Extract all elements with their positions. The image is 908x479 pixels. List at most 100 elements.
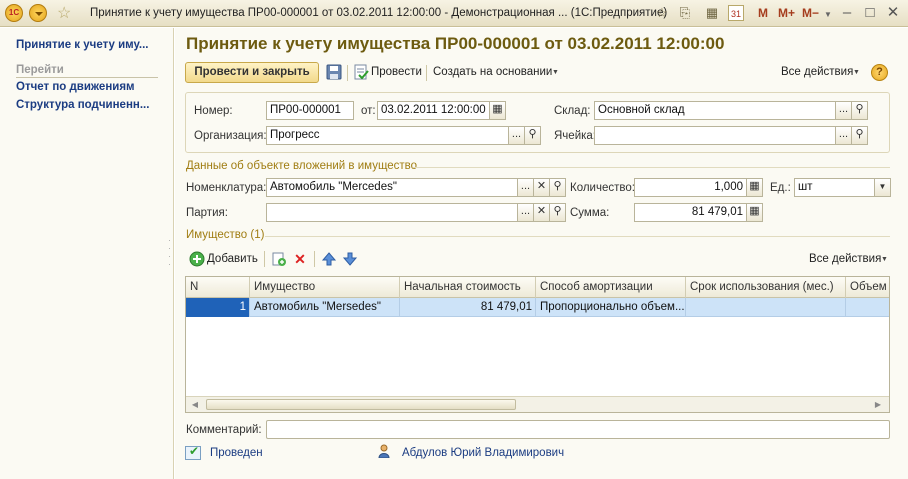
table-all-actions-button[interactable]: Все действия bbox=[809, 253, 881, 265]
delete-icon[interactable]: ✕ bbox=[292, 251, 308, 267]
date-field[interactable]: 03.02.2011 12:00:00 bbox=[377, 101, 490, 120]
add-icon[interactable] bbox=[189, 251, 205, 267]
usage-term-cell[interactable] bbox=[686, 298, 846, 317]
sum-field[interactable]: 81 479,01 bbox=[634, 203, 747, 222]
posted-status-text: Проведен bbox=[210, 447, 263, 459]
column-header[interactable]: Срок использования (мес.) bbox=[686, 277, 846, 298]
column-header[interactable]: Способ амортизации bbox=[536, 277, 686, 298]
table-header: N Имущество Начальная стоимость Способ а… bbox=[186, 277, 889, 298]
divider bbox=[413, 167, 890, 168]
table-row[interactable]: 1 Автомобиль "Mersedes" 81 479,01 Пропор… bbox=[186, 298, 889, 317]
select-ellipsis-button[interactable]: ... bbox=[835, 101, 852, 120]
property-table[interactable]: N Имущество Начальная стоимость Способ а… bbox=[185, 276, 890, 413]
window-title: Принятие к учету имущества ПР00-000001 о… bbox=[90, 7, 668, 19]
clear-icon[interactable]: ✕ bbox=[533, 178, 550, 197]
all-actions-button[interactable]: Все действия bbox=[781, 66, 853, 78]
memory-add-button[interactable]: M+ bbox=[778, 6, 795, 20]
favorite-star-icon[interactable]: ☆ bbox=[57, 3, 71, 23]
batch-field[interactable] bbox=[266, 203, 518, 222]
volume-cell[interactable] bbox=[846, 298, 889, 317]
unit-field[interactable]: шт bbox=[794, 178, 875, 197]
scroll-right-icon[interactable]: ▶ bbox=[872, 399, 884, 410]
help-button[interactable]: ? bbox=[871, 64, 888, 81]
divider bbox=[265, 236, 890, 237]
add-favorite-icon[interactable]: ☆ bbox=[654, 5, 670, 21]
calculator-icon[interactable]: ▦ bbox=[746, 203, 763, 222]
calendar-picker-icon[interactable]: ▦ bbox=[489, 101, 506, 120]
batch-label: Партия: bbox=[186, 207, 228, 219]
chevron-down-icon[interactable]: ▼ bbox=[874, 178, 891, 197]
chevron-down-icon[interactable]: ▼ bbox=[552, 69, 559, 76]
cell-field[interactable] bbox=[594, 126, 836, 145]
author-name[interactable]: Абдулов Юрий Владимирович bbox=[402, 447, 564, 459]
toolbar-separator bbox=[347, 65, 348, 81]
nav-item-movements-report[interactable]: Отчет по движениям bbox=[16, 81, 168, 93]
calendar-icon[interactable]: 31 bbox=[728, 5, 744, 21]
move-up-icon[interactable] bbox=[321, 251, 337, 267]
navigation-panel: Принятие к учету иму... Перейти Отчет по… bbox=[0, 28, 174, 479]
select-ellipsis-button[interactable]: ... bbox=[835, 126, 852, 145]
comment-label: Комментарий: bbox=[186, 424, 262, 436]
chevron-down-icon[interactable]: ▼ bbox=[824, 10, 832, 19]
open-search-icon[interactable]: ⚲ bbox=[524, 126, 541, 145]
create-based-on-button[interactable]: Создать на основании bbox=[433, 66, 552, 78]
open-search-icon[interactable]: ⚲ bbox=[851, 101, 868, 120]
nav-item-subordinate-structure[interactable]: Структура подчиненн... bbox=[16, 99, 168, 111]
calculator-icon[interactable]: ▦ bbox=[746, 178, 763, 197]
horizontal-scrollbar[interactable]: ◀ ▶ bbox=[186, 396, 889, 412]
page-title: Принятие к учету имущества ПР00-000001 о… bbox=[186, 34, 725, 53]
clear-icon[interactable]: ✕ bbox=[533, 203, 550, 222]
scrollbar-thumb[interactable] bbox=[206, 399, 516, 410]
nav-item-main[interactable]: Принятие к учету иму... bbox=[16, 39, 168, 51]
nomenclature-label: Номенклатура: bbox=[186, 182, 267, 194]
cell-label: Ячейка: bbox=[554, 130, 596, 142]
minimize-button[interactable]: – bbox=[836, 3, 858, 23]
warehouse-label: Склад: bbox=[554, 105, 591, 117]
copy-add-icon[interactable] bbox=[271, 251, 287, 267]
memory-subtract-button[interactable]: M− bbox=[802, 6, 819, 20]
column-header[interactable]: N bbox=[186, 277, 250, 298]
organization-field[interactable]: Прогресс bbox=[266, 126, 509, 145]
scroll-left-icon[interactable]: ◀ bbox=[189, 399, 201, 410]
select-ellipsis-button[interactable]: ... bbox=[517, 178, 534, 197]
number-label: Номер: bbox=[194, 105, 233, 117]
main-menu-button[interactable] bbox=[29, 4, 47, 22]
app-logo-icon[interactable]: 1С bbox=[5, 4, 23, 22]
depreciation-method-cell[interactable]: Пропорционально объем... bbox=[536, 298, 686, 317]
move-down-icon[interactable] bbox=[342, 251, 358, 267]
link-icon[interactable]: ⎘ bbox=[677, 5, 693, 21]
post-icon[interactable] bbox=[353, 64, 369, 80]
post-button[interactable]: Провести bbox=[371, 66, 422, 78]
chevron-down-icon[interactable]: ▼ bbox=[881, 256, 888, 263]
open-search-icon[interactable]: ⚲ bbox=[549, 178, 566, 197]
select-ellipsis-button[interactable]: ... bbox=[508, 126, 525, 145]
column-header[interactable]: Имущество bbox=[250, 277, 400, 298]
comment-field[interactable] bbox=[266, 420, 890, 439]
column-header[interactable]: Начальная стоимость bbox=[400, 277, 536, 298]
chevron-down-icon[interactable]: ▼ bbox=[853, 69, 860, 76]
investment-section-title: Данные об объекте вложений в имущество bbox=[186, 160, 418, 172]
add-button[interactable]: Добавить bbox=[207, 253, 258, 265]
close-button[interactable]: ✕ bbox=[882, 3, 904, 23]
memory-button[interactable]: M bbox=[758, 6, 768, 20]
property-section-title: Имущество (1) bbox=[186, 229, 265, 241]
quantity-field[interactable]: 1,000 bbox=[634, 178, 747, 197]
calculator-icon[interactable]: ▦ bbox=[704, 5, 720, 21]
maximize-button[interactable]: □ bbox=[859, 3, 881, 23]
post-and-close-button[interactable]: Провести и закрыть bbox=[185, 62, 319, 83]
number-field[interactable]: ПР00-000001 bbox=[266, 101, 354, 120]
open-search-icon[interactable]: ⚲ bbox=[549, 203, 566, 222]
column-header[interactable]: Объем bbox=[846, 277, 889, 298]
user-icon bbox=[378, 444, 390, 459]
panel-splitter[interactable]: · · · · bbox=[168, 236, 172, 276]
initial-cost-cell[interactable]: 81 479,01 bbox=[400, 298, 536, 317]
warehouse-field[interactable]: Основной склад bbox=[594, 101, 836, 120]
divider bbox=[16, 77, 158, 78]
row-number-cell[interactable]: 1 bbox=[186, 298, 250, 317]
posted-status-icon bbox=[185, 444, 201, 460]
save-icon[interactable] bbox=[326, 64, 342, 80]
nomenclature-field[interactable]: Автомобиль "Mercedes" bbox=[266, 178, 518, 197]
property-cell[interactable]: Автомобиль "Mersedes" bbox=[250, 298, 400, 317]
open-search-icon[interactable]: ⚲ bbox=[851, 126, 868, 145]
select-ellipsis-button[interactable]: ... bbox=[517, 203, 534, 222]
